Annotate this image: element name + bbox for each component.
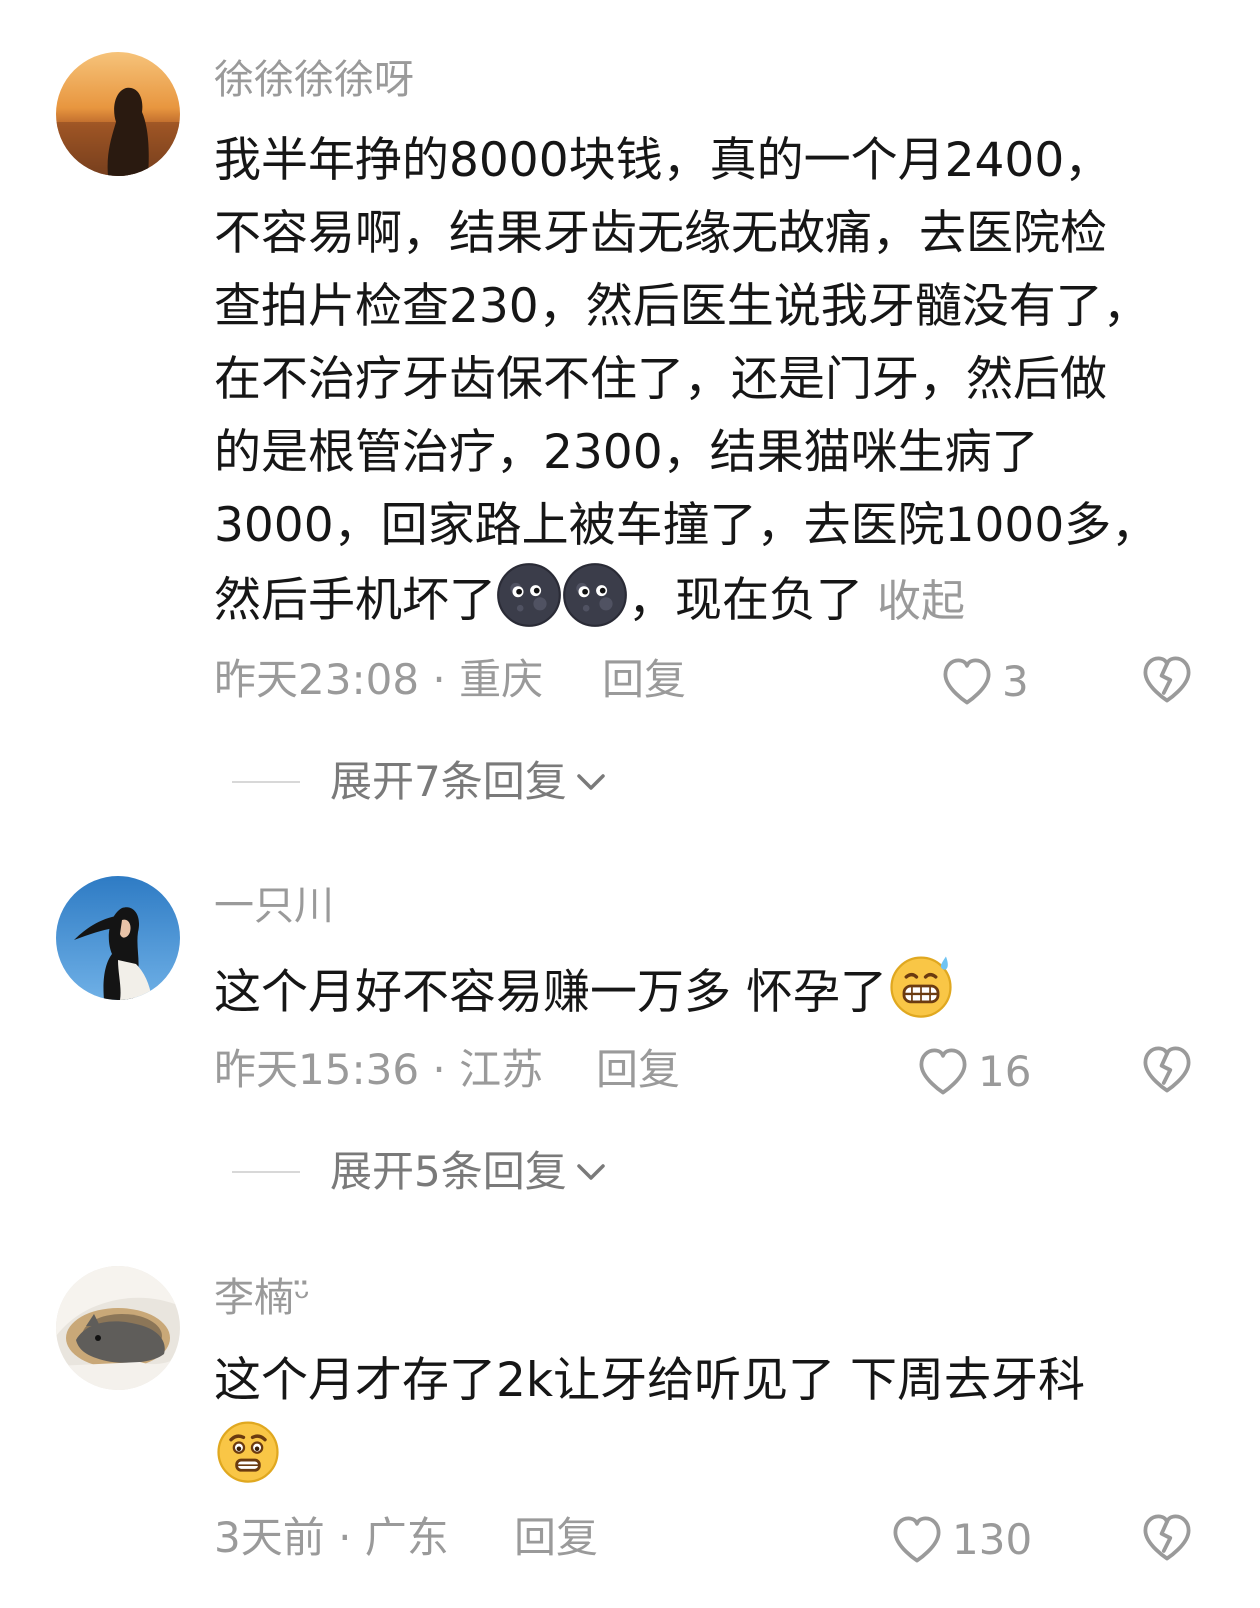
comment-line-emoji bbox=[214, 1417, 1194, 1506]
dislike-button[interactable] bbox=[1140, 1512, 1194, 1580]
like-button[interactable]: 3 bbox=[940, 652, 1029, 712]
like-button[interactable]: 130 bbox=[890, 1510, 1032, 1570]
comment-text: 我半年挣的8000块钱，真的一个月2400， 不容易啊，结果牙齿无缘无故痛，去医… bbox=[214, 124, 1194, 649]
comment-text-tail: ，现在负了 bbox=[628, 573, 863, 628]
timestamp-location: 3天前 · 广东 bbox=[214, 1513, 449, 1562]
avatar[interactable] bbox=[56, 52, 180, 176]
chevron-down-icon bbox=[576, 774, 605, 790]
comment-text: 这个月才存了2k让牙给听见了 下周去牙科 bbox=[214, 1344, 1194, 1506]
heart-outline-icon bbox=[893, 1516, 941, 1563]
broken-heart-icon bbox=[1143, 656, 1191, 703]
like-button[interactable]: 16 bbox=[916, 1042, 1031, 1102]
comment-line: 不容易啊，结果牙齿无缘无故痛，去医院检 bbox=[214, 206, 1107, 261]
username[interactable]: 徐徐徐徐呀 bbox=[214, 56, 414, 104]
collapse-link[interactable]: 收起 bbox=[877, 576, 965, 627]
comment-line: 这个月好不容易赚一万多 怀孕了 bbox=[214, 965, 887, 1020]
avatar[interactable] bbox=[56, 876, 180, 1000]
moon-face-emoji-icon bbox=[496, 562, 562, 649]
chevron-down-icon bbox=[576, 1164, 605, 1180]
worried-face-emoji-icon bbox=[214, 1417, 282, 1506]
reply-button[interactable]: 回复 bbox=[602, 650, 686, 710]
comment-line: 查拍片检查230，然后医生说我牙髓没有了， bbox=[214, 279, 1150, 334]
expand-replies-button[interactable]: 展开7条回复 bbox=[232, 752, 607, 812]
moon-face-emoji-icon bbox=[562, 562, 628, 649]
like-count: 16 bbox=[978, 1047, 1032, 1096]
comment-line: 我半年挣的8000块钱，真的一个月2400， bbox=[214, 133, 1112, 188]
timestamp-location: 昨天23:08 · 重庆 bbox=[214, 655, 544, 704]
heart-outline-icon bbox=[919, 1048, 967, 1095]
divider bbox=[232, 781, 300, 783]
broken-heart-icon bbox=[1143, 1514, 1191, 1561]
comment-meta: 昨天23:08 · 重庆 回复 3 bbox=[214, 650, 1194, 710]
reply-button[interactable]: 回复 bbox=[514, 1508, 598, 1568]
username[interactable]: 一只川 bbox=[214, 882, 334, 930]
expand-replies-label: 展开7条回复 bbox=[330, 757, 567, 806]
expand-replies-label: 展开5条回复 bbox=[330, 1147, 567, 1196]
comment-line: 3000，回家路上被车撞了，去医院1000多， bbox=[214, 498, 1159, 553]
comment-text: 这个月好不容易赚一万多 怀孕了 bbox=[214, 952, 1194, 1041]
comment-line-last: 然后手机坏了 ，现在负了 收起 bbox=[214, 562, 1194, 649]
reply-button[interactable]: 回复 bbox=[596, 1040, 680, 1100]
dislike-button[interactable] bbox=[1140, 1044, 1194, 1112]
like-count: 130 bbox=[952, 1515, 1033, 1564]
heart-outline-icon bbox=[943, 658, 991, 705]
username[interactable]: 李楠ᵕ̈ bbox=[214, 1274, 311, 1322]
broken-heart-icon bbox=[1143, 1046, 1191, 1093]
like-count: 3 bbox=[1002, 657, 1029, 706]
comment-meta: 昨天15:36 · 江苏 回复 16 bbox=[214, 1040, 1194, 1100]
avatar[interactable] bbox=[56, 1266, 180, 1390]
divider bbox=[232, 1171, 300, 1173]
comment-line: 这个月才存了2k让牙给听见了 下周去牙科 bbox=[214, 1353, 1086, 1408]
comment-line: 然后手机坏了 bbox=[214, 573, 496, 628]
expand-replies-button[interactable]: 展开5条回复 bbox=[232, 1142, 607, 1202]
dislike-button[interactable] bbox=[1140, 654, 1194, 722]
comment-line: 在不治疗牙齿保不住了，还是门牙，然后做 bbox=[214, 352, 1107, 407]
comment-line: 的是根管治疗，2300，结果猫咪生病了 bbox=[214, 425, 1039, 480]
grinning-sweat-emoji-icon bbox=[887, 952, 955, 1041]
timestamp-location: 昨天15:36 · 江苏 bbox=[214, 1045, 544, 1094]
comment-meta: 3天前 · 广东 回复 130 bbox=[214, 1508, 1194, 1568]
